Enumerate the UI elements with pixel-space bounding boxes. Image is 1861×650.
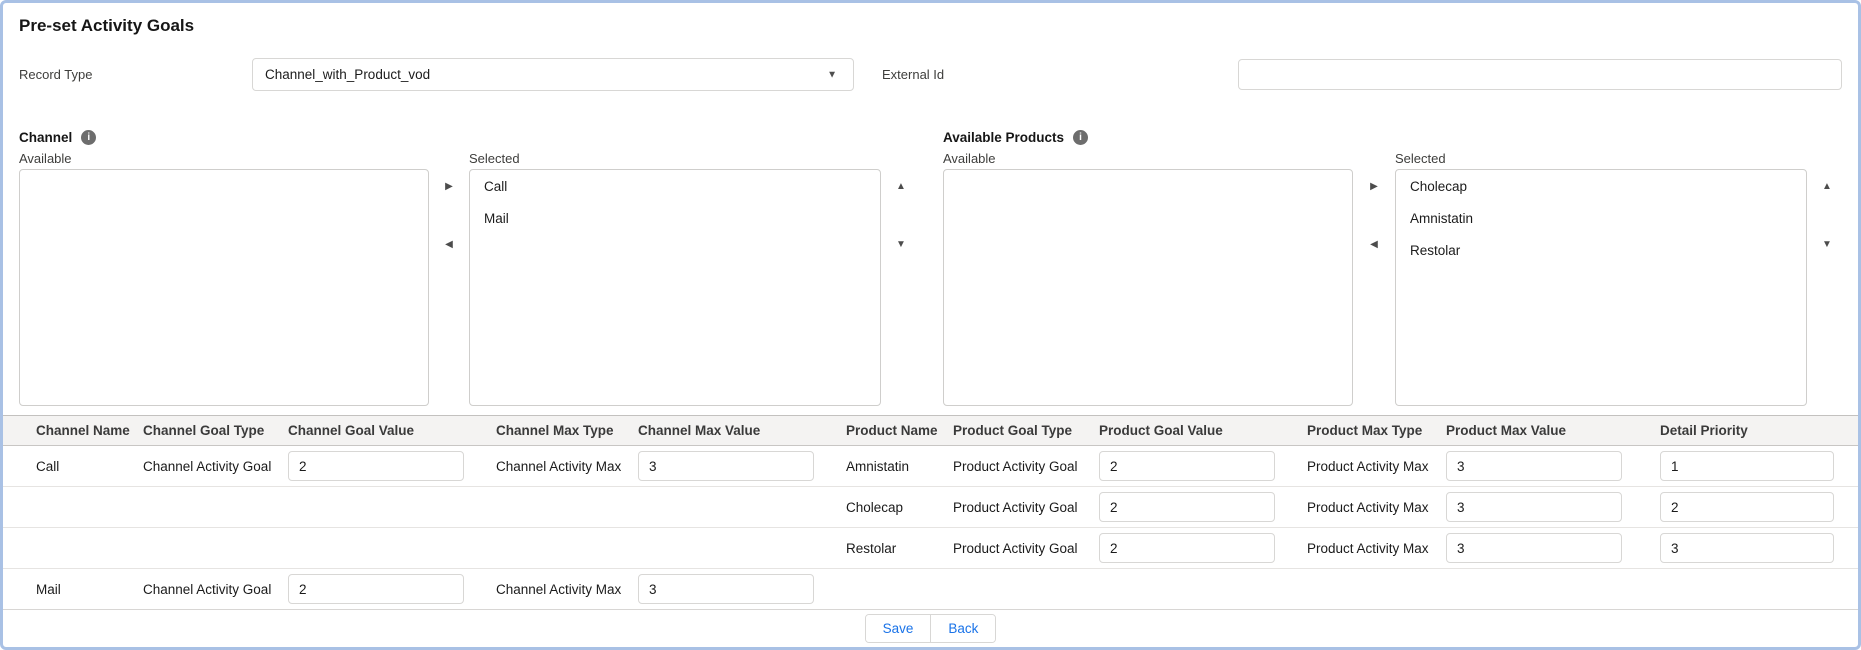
move-right-button[interactable]: ▶ <box>439 177 459 193</box>
move-right-button[interactable]: ▶ <box>1364 177 1384 193</box>
product-goal-type: Product Activity Goal <box>953 459 1078 474</box>
column-header: Channel Name <box>3 423 143 438</box>
external-id-input[interactable] <box>1238 59 1842 90</box>
chevron-down-icon: ▼ <box>827 69 837 80</box>
product-name: Cholecap <box>846 500 903 515</box>
footer-button-group: Save Back <box>865 614 997 643</box>
footer: Save Back <box>3 610 1858 646</box>
sort-down-button[interactable]: ▼ <box>890 235 912 251</box>
channel-picker-title: Channel <box>19 130 72 145</box>
column-header: Channel Max Type <box>496 423 638 438</box>
table-row: Mail Channel Activity Goal Channel Activit… <box>3 569 1858 610</box>
sort-up-icon: ▲ <box>896 181 906 192</box>
table-row: Restolar Product Activity Goal Product Act… <box>3 528 1858 569</box>
info-icon[interactable]: i <box>81 130 96 145</box>
products-selected-listbox[interactable]: Cholecap Amnistatin Restolar <box>1395 169 1807 406</box>
column-header: Channel Goal Value <box>288 423 496 438</box>
products-picker: Available Products i Available Selected … <box>943 127 1847 406</box>
column-header: Product Name <box>846 423 953 438</box>
channel-max-type: Channel Activity Max <box>496 459 621 474</box>
channel-goal-type: Channel Activity Goal <box>143 582 271 597</box>
product-goal-value-input[interactable] <box>1099 533 1275 563</box>
product-max-value-input[interactable] <box>1446 451 1622 481</box>
channel-goal-type: Channel Activity Goal <box>143 459 271 474</box>
channel-picker: Channel i Available Selected ▶ ◀ Call Mai… <box>19 127 921 406</box>
products-available-label: Available <box>943 147 1353 169</box>
channel-goal-value-input[interactable] <box>288 574 464 604</box>
form-row: Record Type Channel_with_Product_vod ▼ E… <box>3 58 1858 91</box>
product-name: Restolar <box>846 541 896 556</box>
detail-priority-input[interactable] <box>1660 492 1834 522</box>
list-item[interactable]: Mail <box>470 206 880 231</box>
products-available-listbox[interactable] <box>943 169 1353 406</box>
goals-table-header: Channel NameChannel Goal TypeChannel Goa… <box>3 416 1858 446</box>
table-row: Cholecap Product Activity Goal Product Act… <box>3 487 1858 528</box>
sort-up-button[interactable]: ▲ <box>1816 177 1838 193</box>
sort-up-button[interactable]: ▲ <box>890 177 912 193</box>
save-button[interactable]: Save <box>866 615 931 642</box>
external-id-label: External Id <box>882 67 944 82</box>
products-selected-label: Selected <box>1395 147 1807 169</box>
detail-priority-input[interactable] <box>1660 451 1834 481</box>
info-icon[interactable]: i <box>1073 130 1088 145</box>
product-max-type: Product Activity Max <box>1307 459 1429 474</box>
move-right-icon: ▶ <box>1370 181 1378 192</box>
channel-selected-label: Selected <box>469 147 881 169</box>
sort-down-icon: ▼ <box>896 239 906 250</box>
product-goal-type: Product Activity Goal <box>953 541 1078 556</box>
column-header: Product Goal Value <box>1099 423 1307 438</box>
product-goal-value-input[interactable] <box>1099 451 1275 481</box>
product-max-value-input[interactable] <box>1446 492 1622 522</box>
record-type-select[interactable]: Channel_with_Product_vod ▼ <box>252 58 854 91</box>
channel-available-listbox[interactable] <box>19 169 429 406</box>
move-left-button[interactable]: ◀ <box>1364 235 1384 251</box>
channel-max-type: Channel Activity Max <box>496 582 621 597</box>
channel-max-value-input[interactable] <box>638 574 814 604</box>
detail-priority-input[interactable] <box>1660 533 1834 563</box>
channel-name: Call <box>36 459 59 474</box>
list-item[interactable]: Call <box>470 174 880 199</box>
move-left-button[interactable]: ◀ <box>439 235 459 251</box>
record-type-label: Record Type <box>3 67 252 82</box>
sort-down-button[interactable]: ▼ <box>1816 235 1838 251</box>
column-header: Channel Goal Type <box>143 423 288 438</box>
sort-up-icon: ▲ <box>1822 181 1832 192</box>
column-header: Detail Priority <box>1660 423 1858 438</box>
goals-table-body: Call Channel Activity Goal Channel Activit… <box>3 446 1858 610</box>
channel-goal-value-input[interactable] <box>288 451 464 481</box>
column-header: Product Max Value <box>1446 423 1660 438</box>
pickers-row: Channel i Available Selected ▶ ◀ Call Mai… <box>3 127 1858 406</box>
channel-max-value-input[interactable] <box>638 451 814 481</box>
product-goal-type: Product Activity Goal <box>953 500 1078 515</box>
move-left-icon: ◀ <box>1370 239 1378 250</box>
product-name: Amnistatin <box>846 459 909 474</box>
product-goal-value-input[interactable] <box>1099 492 1275 522</box>
sort-down-icon: ▼ <box>1822 239 1832 250</box>
list-item[interactable]: Amnistatin <box>1396 206 1806 231</box>
column-header: Product Goal Type <box>953 423 1099 438</box>
channel-name: Mail <box>36 582 61 597</box>
column-header: Channel Max Value <box>638 423 846 438</box>
page-card: Pre-set Activity Goals Record Type Chann… <box>0 0 1861 650</box>
page-title: Pre-set Activity Goals <box>3 3 1858 37</box>
back-button[interactable]: Back <box>930 615 995 642</box>
table-row: Call Channel Activity Goal Channel Activit… <box>3 446 1858 487</box>
channel-available-label: Available <box>19 147 429 169</box>
channel-selected-listbox[interactable]: Call Mail <box>469 169 881 406</box>
list-item[interactable]: Cholecap <box>1396 174 1806 199</box>
column-header: Product Max Type <box>1307 423 1446 438</box>
move-left-icon: ◀ <box>445 239 453 250</box>
products-picker-title: Available Products <box>943 130 1064 145</box>
list-item[interactable]: Restolar <box>1396 238 1806 263</box>
product-max-type: Product Activity Max <box>1307 541 1429 556</box>
product-max-type: Product Activity Max <box>1307 500 1429 515</box>
record-type-value: Channel_with_Product_vod <box>265 67 430 82</box>
goals-table: Channel NameChannel Goal TypeChannel Goa… <box>3 415 1858 610</box>
product-max-value-input[interactable] <box>1446 533 1622 563</box>
move-right-icon: ▶ <box>445 181 453 192</box>
